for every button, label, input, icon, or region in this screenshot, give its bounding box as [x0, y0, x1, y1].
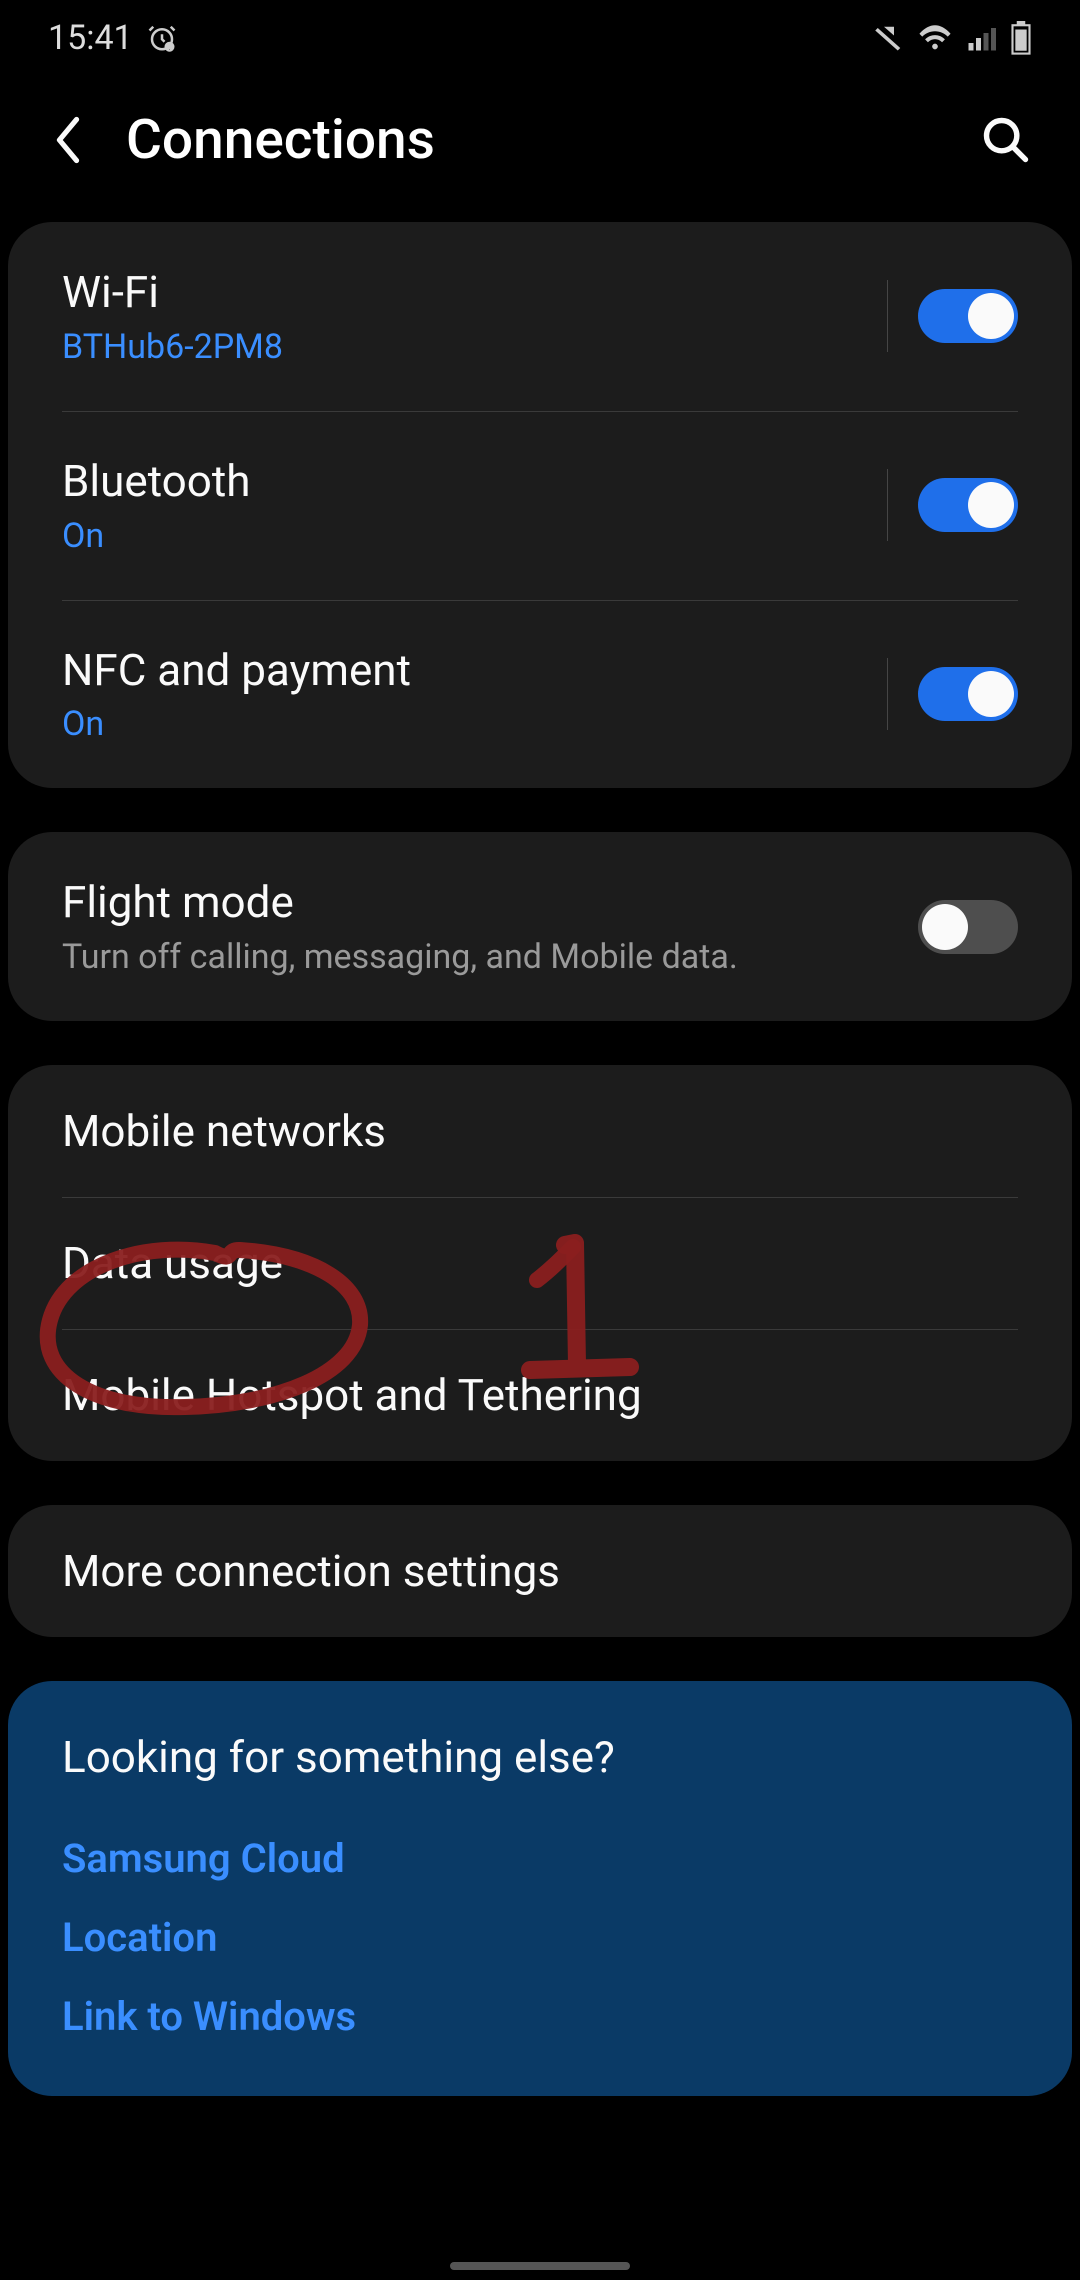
flight-mode-description: Turn off calling, messaging, and Mobile …	[62, 937, 918, 977]
suggestions-card: Looking for something else? Samsung Clou…	[8, 1681, 1072, 2096]
page-header: Connections	[0, 68, 1080, 222]
signal-icon	[966, 23, 996, 53]
bluetooth-toggle[interactable]	[918, 478, 1018, 532]
connections-group-1: Wi-Fi BTHub6-2PM8 Bluetooth On NFC and p…	[8, 222, 1072, 788]
search-button[interactable]	[980, 114, 1032, 166]
bluetooth-status: On	[62, 516, 887, 556]
wifi-row[interactable]: Wi-Fi BTHub6-2PM8	[8, 222, 1072, 411]
vibrate-icon	[874, 23, 904, 53]
wifi-toggle[interactable]	[918, 289, 1018, 343]
more-connection-settings-row[interactable]: More connection settings	[8, 1505, 1072, 1637]
more-settings-group: More connection settings	[8, 1505, 1072, 1637]
data-usage-label: Data usage	[62, 1237, 283, 1289]
back-button[interactable]	[48, 120, 88, 160]
battery-icon	[1010, 21, 1032, 55]
more-connection-settings-label: More connection settings	[62, 1545, 560, 1597]
location-link[interactable]: Location	[62, 1898, 1018, 1977]
nfc-toggle[interactable]	[918, 667, 1018, 721]
samsung-cloud-link[interactable]: Samsung Cloud	[62, 1819, 1018, 1898]
divider	[887, 658, 888, 730]
divider	[887, 469, 888, 541]
connections-group-3: Mobile networks Data usage Mobile Hotspo…	[8, 1065, 1072, 1461]
hotspot-row[interactable]: Mobile Hotspot and Tethering	[8, 1329, 1072, 1461]
nav-indicator	[450, 2262, 630, 2270]
mobile-networks-label: Mobile networks	[62, 1105, 386, 1157]
data-usage-row[interactable]: Data usage	[8, 1197, 1072, 1329]
wifi-icon	[918, 23, 952, 53]
wifi-network: BTHub6-2PM8	[62, 327, 887, 367]
status-bar: 15:41 !	[0, 0, 1080, 68]
bluetooth-row[interactable]: Bluetooth On	[8, 411, 1072, 600]
hotspot-label: Mobile Hotspot and Tethering	[62, 1369, 642, 1421]
flight-mode-row[interactable]: Flight mode Turn off calling, messaging,…	[8, 832, 1072, 1021]
bluetooth-label: Bluetooth	[62, 455, 887, 508]
nfc-label: NFC and payment	[62, 644, 887, 697]
flight-mode-group: Flight mode Turn off calling, messaging,…	[8, 832, 1072, 1021]
page-title: Connections	[126, 108, 980, 172]
link-to-windows-link[interactable]: Link to Windows	[62, 1977, 1018, 2056]
wifi-label: Wi-Fi	[62, 266, 887, 319]
svg-text:!: !	[168, 42, 170, 51]
divider	[887, 280, 888, 352]
flight-mode-toggle[interactable]	[918, 900, 1018, 954]
nfc-row[interactable]: NFC and payment On	[8, 600, 1072, 789]
suggestions-title: Looking for something else?	[62, 1731, 1018, 1783]
flight-mode-label: Flight mode	[62, 876, 918, 929]
nfc-status: On	[62, 704, 887, 744]
mobile-networks-row[interactable]: Mobile networks	[8, 1065, 1072, 1197]
status-time: 15:41	[48, 18, 133, 58]
alarm-icon: !	[147, 23, 177, 53]
